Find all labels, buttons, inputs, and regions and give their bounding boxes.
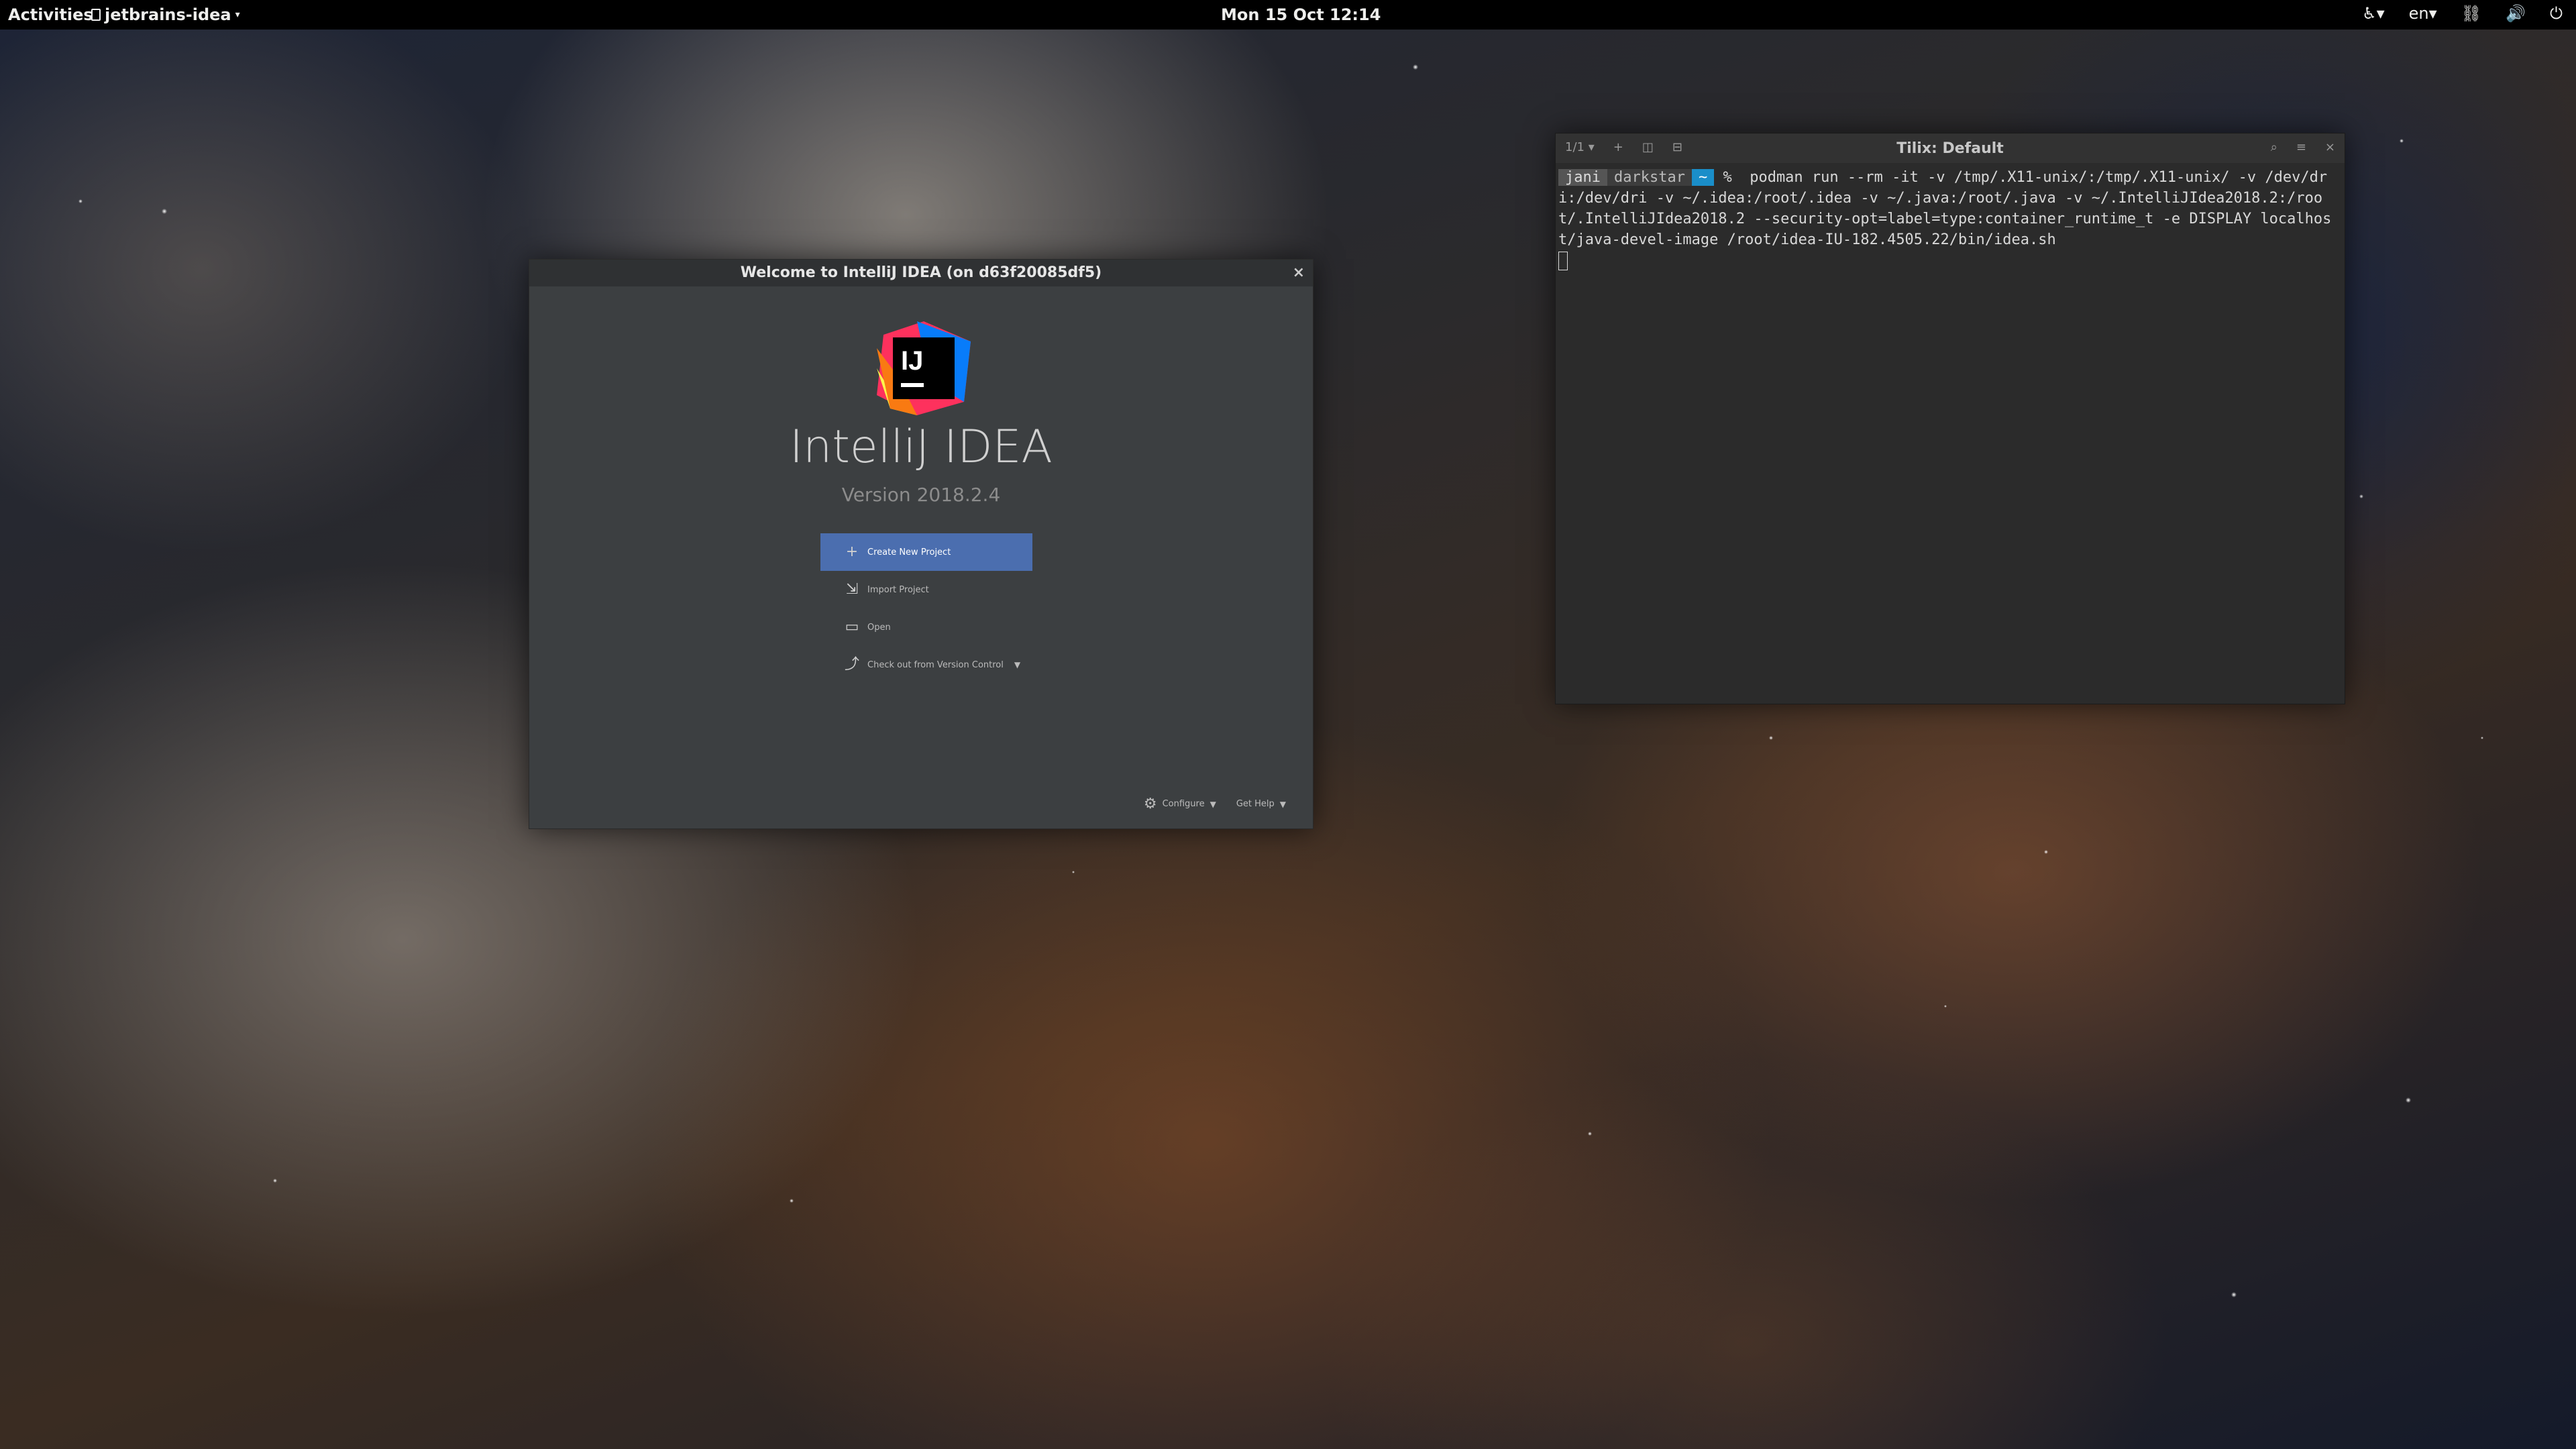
configure-label: Configure [1162, 799, 1205, 809]
prompt-user: jani [1558, 169, 1607, 186]
app-menu-label: jetbrains-idea [105, 5, 231, 24]
accessibility-icon[interactable]: ♿▾ [2362, 4, 2385, 23]
window-titlebar[interactable]: Welcome to IntelliJ IDEA (on d63f20085df… [529, 260, 1313, 286]
chevron-down-icon: ▾ [235, 9, 240, 20]
checkout-vcs-button[interactable]: ⤴ Check out from Version Control ▼ [820, 646, 1032, 684]
svg-text:IJ: IJ [901, 346, 923, 376]
tilix-headerbar[interactable]: 1/1 ▾ + ◫ ⊟ Tilix: Default ⌕ ≡ × [1556, 133, 2345, 163]
network-icon[interactable]: ⛓ [2461, 4, 2481, 23]
prompt-dir: ~ [1691, 169, 1715, 186]
tilix-header-right: ⌕ ≡ × [2271, 140, 2335, 154]
vcs-icon: ⤴ [845, 656, 860, 673]
action-label: Check out from Version Control [867, 659, 1004, 670]
language-selector[interactable]: en▾ [2409, 4, 2437, 23]
chevron-down-icon: ▼ [1279, 799, 1286, 809]
power-icon[interactable]: ⏻ [2550, 4, 2563, 23]
intellij-welcome-window: Welcome to IntelliJ IDEA (on d63f20085df… [529, 259, 1313, 829]
window-title: Welcome to IntelliJ IDEA (on d63f20085df… [740, 264, 1102, 281]
action-label: Open [867, 622, 891, 633]
welcome-footer: ⚙ Configure ▼ Get Help ▼ [1144, 796, 1286, 812]
import-icon: ⇲ [845, 581, 859, 598]
terminal-cursor [1558, 252, 1568, 270]
product-name: IntelliJ IDEA [790, 421, 1053, 474]
action-label: Import Project [867, 584, 929, 595]
chevron-down-icon: ▼ [1014, 660, 1021, 669]
plus-icon: + [845, 543, 859, 560]
prompt-host: darkstar [1607, 169, 1692, 186]
chevron-down-icon: ▼ [1210, 799, 1216, 809]
get-help-menu[interactable]: Get Help ▼ [1236, 799, 1286, 809]
prompt-symbol: % [1723, 169, 1732, 186]
search-icon[interactable]: ⌕ [2271, 140, 2277, 154]
activities-button[interactable]: Activities [8, 5, 93, 24]
app-icon [91, 9, 101, 21]
tilix-terminal-window: 1/1 ▾ + ◫ ⊟ Tilix: Default ⌕ ≡ × jani dar… [1555, 133, 2345, 704]
app-menu[interactable]: jetbrains-idea ▾ [91, 5, 240, 24]
intellij-logo: IJ [877, 321, 971, 415]
configure-menu[interactable]: ⚙ Configure ▼ [1144, 796, 1216, 812]
import-project-button[interactable]: ⇲ Import Project [820, 571, 1032, 608]
get-help-label: Get Help [1236, 799, 1275, 809]
open-button[interactable]: ▭ Open [820, 608, 1032, 646]
product-version: Version 2018.2.4 [841, 484, 1001, 506]
gear-icon: ⚙ [1143, 796, 1157, 812]
clock[interactable]: Mon 15 Oct 12:14 [1221, 5, 1381, 24]
action-label: Create New Project [867, 547, 951, 557]
window-title: Tilix: Default [1896, 140, 2004, 157]
close-icon[interactable]: × [2325, 140, 2335, 154]
gnome-top-bar: Activities jetbrains-idea ▾ Mon 15 Oct 1… [0, 0, 2576, 30]
close-icon[interactable]: × [1293, 260, 1305, 286]
terminal-output[interactable]: jani darkstar ~ % podman run --rm -it -v /… [1556, 163, 2345, 704]
language-label: en [2408, 4, 2429, 23]
volume-icon[interactable]: 🔊 [2506, 4, 2526, 23]
folder-icon: ▭ [845, 619, 859, 635]
create-new-project-button[interactable]: + Create New Project [820, 533, 1032, 571]
menu-icon[interactable]: ≡ [2296, 140, 2306, 154]
welcome-actions: + Create New Project ⇲ Import Project ▭ … [820, 533, 1032, 684]
system-tray: ♿▾ en▾ ⛓ 🔊 ⏻ [2362, 4, 2563, 23]
